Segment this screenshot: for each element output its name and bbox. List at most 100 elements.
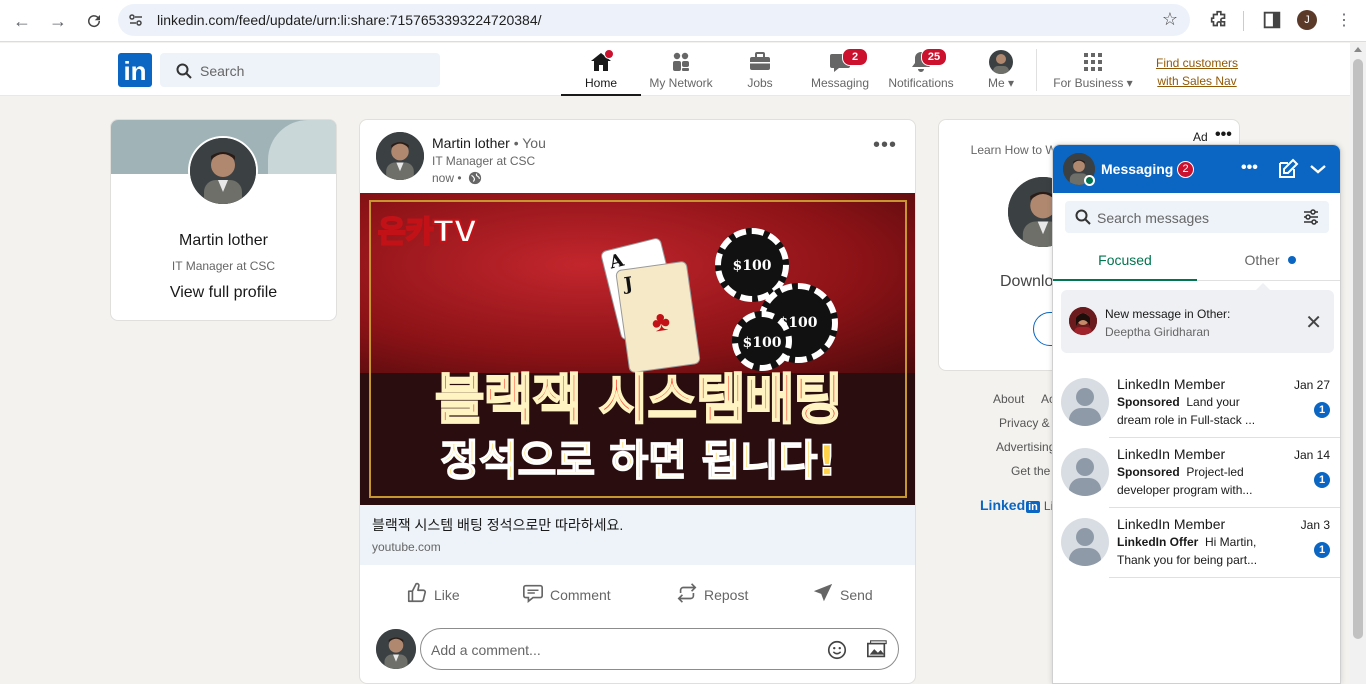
post-time-text: now • xyxy=(432,171,462,185)
bookmark-star-icon[interactable]: ☆ xyxy=(1162,9,1178,30)
nav-home[interactable]: Home xyxy=(561,43,641,96)
site-settings-icon[interactable] xyxy=(128,12,144,28)
reload-icon[interactable] xyxy=(82,9,106,33)
post-author-name-text: Martin lother xyxy=(432,135,510,151)
other-message-notice[interactable]: New message in Other: Deeptha Giridharan… xyxy=(1061,283,1334,353)
nav-my-network[interactable]: My Network xyxy=(641,43,721,96)
notice-title: New message in Other: xyxy=(1105,307,1231,321)
messaging-search-input[interactable]: Search messages xyxy=(1065,201,1329,233)
ad-options-icon[interactable]: ••• xyxy=(1215,126,1232,144)
profile-card: Martin lother IT Manager at CSC View ful… xyxy=(110,119,337,321)
profile-name[interactable]: Martin lother xyxy=(111,232,336,250)
post-author-title: IT Manager at CSC xyxy=(432,154,536,168)
nav-messaging[interactable]: 2 Messaging xyxy=(800,43,880,96)
url-text: linkedin.com/feed/update/urn:li:share:71… xyxy=(157,12,542,28)
channel-logo-text: 온카TV xyxy=(377,214,478,251)
forward-icon[interactable]: → xyxy=(46,9,70,33)
back-icon[interactable]: ← xyxy=(10,9,34,33)
post-options-icon[interactable]: ••• xyxy=(873,134,897,157)
conversation-date: Jan 27 xyxy=(1293,378,1330,392)
conversation-preview-line1: Sponsored Project-led xyxy=(1117,465,1244,479)
conversation-item[interactable]: LinkedIn Member Jan 27 Sponsored Land yo… xyxy=(1053,368,1340,438)
conversation-item[interactable]: LinkedIn Member Jan 3 LinkedIn Offer Hi … xyxy=(1053,508,1340,578)
nav-divider xyxy=(1036,49,1037,91)
footer-brand-linked: Linked xyxy=(980,497,1026,513)
messaging-unread-badge: 2 xyxy=(1177,161,1194,178)
browser-profile-avatar[interactable]: J xyxy=(1297,10,1317,30)
link-preview[interactable]: 블랙잭 시스템 배팅 정석으로만 따라하세요. youtube.com xyxy=(360,505,915,565)
notice-caret xyxy=(1256,283,1270,290)
conversation-preview-line1: Sponsored Land your xyxy=(1117,395,1240,409)
extensions-icon[interactable] xyxy=(1208,9,1230,31)
conversation-preview-line2: developer program with... xyxy=(1117,483,1253,497)
sales-nav-line2: with Sales Nav xyxy=(1157,74,1237,88)
post-actions-bar: Like Comment Repost Send xyxy=(360,572,915,616)
unread-dot xyxy=(1287,256,1296,264)
nav-jobs-label: Jobs xyxy=(747,76,773,90)
briefcase-icon xyxy=(750,52,770,70)
post-author-avatar[interactable] xyxy=(376,132,424,180)
nav-jobs[interactable]: Jobs xyxy=(720,43,800,96)
chevron-down-icon[interactable] xyxy=(1306,157,1330,181)
emoji-icon[interactable] xyxy=(826,639,848,661)
profile-title: IT Manager at CSC xyxy=(171,259,276,273)
footer-about-link[interactable]: About xyxy=(993,392,1024,406)
scrollbar-thumb[interactable] xyxy=(1353,59,1363,639)
footer-brand-in: in xyxy=(1026,501,1040,513)
profile-avatar[interactable] xyxy=(188,136,258,206)
nav-for-business[interactable]: For Business ▾ xyxy=(1053,43,1133,96)
conversation-item[interactable]: LinkedIn Member Jan 14 Sponsored Project… xyxy=(1053,438,1340,508)
nav-me-label: Me ▾ xyxy=(987,76,1015,90)
feed-post: Martin lother • You IT Manager at CSC no… xyxy=(359,119,916,684)
messaging-tabs: Focused Other xyxy=(1053,245,1340,281)
linkedin-header: in Search Home My Network Jobs 2 Messagi… xyxy=(0,43,1350,96)
close-icon[interactable]: ✕ xyxy=(1305,310,1322,335)
repost-label: Repost xyxy=(704,587,749,603)
conversation-preview-line2: Thank you for being part... xyxy=(1117,553,1258,567)
address-bar[interactable]: linkedin.com/feed/update/urn:li:share:71… xyxy=(118,4,1190,36)
nav-for-business-label: For Business ▾ xyxy=(1053,76,1133,90)
side-panel-icon[interactable] xyxy=(1261,9,1283,31)
nav-notifications[interactable]: 25 Notifications xyxy=(881,43,961,96)
notice-sender-avatar xyxy=(1069,307,1097,335)
conversation-date: Jan 14 xyxy=(1293,448,1330,462)
search-placeholder: Search xyxy=(200,63,245,79)
compose-message-icon[interactable] xyxy=(1276,157,1300,181)
add-image-icon[interactable] xyxy=(866,639,888,661)
conversation-divider xyxy=(1109,577,1340,578)
linkedin-logo[interactable]: in xyxy=(118,53,152,87)
post-image[interactable]: A♠ J♣ $100 $100 $100 온카TV 블랙잭 시스템배팅 정석으로… xyxy=(360,193,915,505)
tab-focused[interactable]: Focused xyxy=(1053,245,1197,281)
post-time: now • xyxy=(432,171,482,185)
page-scrollbar[interactable] xyxy=(1350,43,1366,684)
search-icon xyxy=(176,63,192,79)
messaging-badge: 2 xyxy=(842,48,868,66)
tab-other[interactable]: Other xyxy=(1198,245,1340,281)
messaging-header[interactable]: Messaging 2 ••• xyxy=(1053,145,1340,193)
member-avatar xyxy=(1061,378,1109,426)
conversation-name: LinkedIn Member xyxy=(1117,516,1226,532)
global-search-input[interactable]: Search xyxy=(160,53,440,87)
nav-me[interactable]: Me ▾ xyxy=(961,43,1041,96)
sales-nav-link[interactable]: Find customers with Sales Nav xyxy=(1148,54,1246,90)
footer-privacy-link[interactable]: Privacy & xyxy=(999,416,1050,430)
post-author-name[interactable]: Martin lother • You xyxy=(432,135,546,151)
toolbar-divider xyxy=(1243,11,1244,31)
filter-icon[interactable] xyxy=(1303,209,1319,225)
footer-advertising-link[interactable]: Advertising xyxy=(996,440,1055,454)
nav-my-network-label: My Network xyxy=(649,76,713,90)
globe-icon xyxy=(468,171,482,185)
member-avatar xyxy=(1061,448,1109,496)
comment-input[interactable]: Add a comment... xyxy=(420,628,899,670)
messaging-title: Messaging xyxy=(1101,161,1174,177)
browser-menu-icon[interactable]: ⋮ xyxy=(1332,9,1356,33)
grid-apps-icon xyxy=(1084,53,1102,71)
view-full-profile-link[interactable]: View full profile xyxy=(111,284,336,302)
messaging-more-icon[interactable]: ••• xyxy=(1241,157,1265,181)
sales-nav-line1: Find customers xyxy=(1155,56,1239,70)
scroll-up-arrow[interactable] xyxy=(1354,47,1362,52)
my-network-icon xyxy=(673,52,689,71)
footer-get-app-link[interactable]: Get the xyxy=(1011,464,1050,478)
conversation-preview-line1: LinkedIn Offer Hi Martin, xyxy=(1117,535,1257,549)
search-icon xyxy=(1075,209,1091,225)
